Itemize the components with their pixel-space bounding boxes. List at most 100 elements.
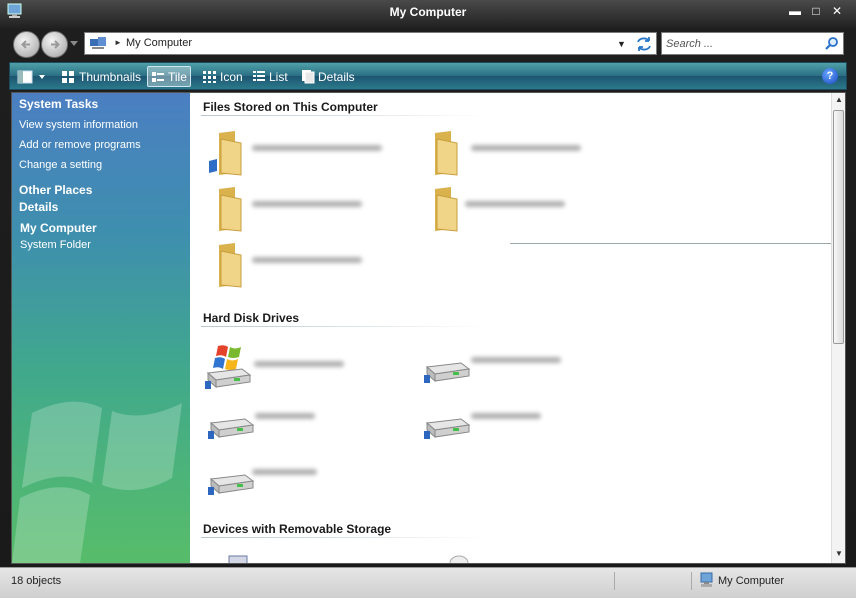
search-icon[interactable] (824, 36, 839, 51)
computer-icon (700, 572, 713, 587)
minimize-button[interactable]: ▬ (786, 3, 804, 19)
drive-tile[interactable] (207, 405, 407, 455)
group-header-files[interactable]: Files Stored on This Computer (203, 100, 378, 114)
blurred-name (252, 469, 317, 475)
help-icon[interactable]: ? (822, 68, 838, 84)
folder-icon (435, 131, 458, 176)
back-button[interactable] (13, 31, 40, 58)
group-header-removable[interactable]: Devices with Removable Storage (203, 522, 391, 536)
maximize-button[interactable]: □ (807, 3, 825, 19)
drive-icon (208, 418, 255, 439)
list-icon (253, 70, 265, 81)
forward-arrow-icon (51, 40, 60, 49)
windows-drive-icon (205, 345, 252, 389)
blurred-name (471, 145, 581, 151)
group-divider (201, 537, 486, 538)
blurred-name (254, 361, 344, 367)
optical-drive-icon[interactable] (448, 555, 470, 563)
selected-item-type: System Folder (20, 239, 91, 251)
group-divider (201, 115, 486, 116)
search-box[interactable] (661, 32, 844, 55)
thumbnails-view-button[interactable]: Thumbnails (58, 66, 144, 87)
folder-icon (209, 131, 242, 176)
address-row: ► My Computer ▼ (0, 25, 856, 62)
drive-icon (208, 474, 255, 495)
tile-icon (152, 71, 164, 82)
folder-tile[interactable] (207, 127, 407, 177)
window-title: My Computer (389, 5, 467, 19)
icon-view-button[interactable]: Icon (199, 66, 246, 87)
vertical-scrollbar[interactable]: ▲ ▼ (831, 93, 845, 563)
drive-tile[interactable] (204, 343, 404, 393)
address-bar[interactable]: ► My Computer ▼ (84, 32, 657, 55)
drive-icon (424, 362, 471, 383)
details-view-button[interactable]: Details (298, 66, 358, 87)
object-count: 18 objects (11, 575, 62, 587)
task-pane: System Tasks View system information Add… (12, 93, 190, 563)
computer-icon (90, 37, 106, 49)
drive-tile[interactable] (423, 349, 623, 399)
thumbnails-icon (62, 70, 74, 83)
icon-view-icon (203, 70, 216, 83)
selected-item-name: My Computer (20, 221, 97, 235)
folder-tile[interactable] (207, 239, 407, 289)
blurred-name (255, 413, 315, 419)
windows-logo-watermark-icon (12, 401, 182, 563)
blurred-name (252, 257, 362, 263)
back-arrow-icon (21, 40, 30, 49)
status-bar: 18 objects My Computer (0, 567, 856, 598)
list-view-button[interactable]: List (249, 66, 291, 87)
recent-pages-dropdown-icon[interactable] (70, 41, 78, 47)
scroll-up-arrow-icon[interactable]: ▲ (832, 95, 845, 107)
blurred-name (252, 201, 362, 207)
refresh-icon[interactable] (635, 36, 653, 52)
view-system-info-link[interactable]: View system information (19, 119, 138, 131)
details-heading[interactable]: Details (19, 200, 58, 214)
status-divider (614, 572, 615, 590)
forward-button[interactable] (41, 31, 68, 58)
folder-tile[interactable] (423, 127, 623, 177)
folder-icon (219, 243, 242, 288)
folder-icon (219, 187, 242, 232)
drive-tile[interactable] (423, 405, 623, 455)
content-area: System Tasks View system information Add… (11, 92, 846, 564)
blurred-name (471, 413, 541, 419)
search-input[interactable] (666, 36, 816, 51)
command-bar: Thumbnails Tile Icon List Details ? (9, 62, 847, 90)
system-tasks-heading[interactable]: System Tasks (19, 97, 98, 111)
scroll-thumb[interactable] (833, 110, 844, 344)
details-icon (302, 70, 315, 84)
layout-menu-button[interactable] (14, 66, 51, 87)
status-location: My Computer (718, 575, 785, 587)
change-setting-link[interactable]: Change a setting (19, 159, 102, 171)
explorer-window: My Computer ▬ □ ✕ ► My Computer ▼ Search… (0, 0, 856, 598)
breadcrumb-chevron-icon[interactable]: ► (114, 38, 122, 47)
scroll-down-arrow-icon[interactable]: ▼ (832, 549, 845, 561)
close-button[interactable]: ✕ (828, 3, 846, 19)
blurred-name (465, 201, 565, 207)
blurred-name (471, 357, 561, 363)
drive-icon (424, 418, 471, 439)
status-divider (691, 572, 692, 590)
floppy-drive-icon[interactable] (228, 555, 248, 563)
folder-tile[interactable] (207, 183, 407, 233)
icon-label: Icon (220, 69, 243, 84)
add-remove-programs-link[interactable]: Add or remove programs (19, 139, 141, 151)
folder-tile[interactable] (423, 183, 623, 233)
chevron-down-icon (39, 74, 45, 79)
layout-icon (17, 70, 33, 83)
drive-tile[interactable] (207, 461, 407, 511)
details-label: Details (318, 69, 355, 84)
tile-label: Tile (168, 69, 187, 84)
address-dropdown-icon[interactable]: ▼ (617, 39, 626, 49)
breadcrumb-location[interactable]: My Computer (126, 37, 192, 49)
group-header-hard-disks[interactable]: Hard Disk Drives (203, 311, 299, 325)
group-divider (201, 326, 486, 327)
other-places-heading[interactable]: Other Places (19, 183, 92, 197)
blurred-name (252, 145, 382, 151)
thumbnails-label: Thumbnails (79, 69, 142, 84)
list-label: List (269, 69, 288, 84)
tile-view-button[interactable]: Tile (147, 66, 191, 87)
file-list-pane: Files Stored on This Computer Hard Disk … (190, 93, 831, 563)
title-bar: My Computer ▬ □ ✕ (0, 0, 856, 25)
